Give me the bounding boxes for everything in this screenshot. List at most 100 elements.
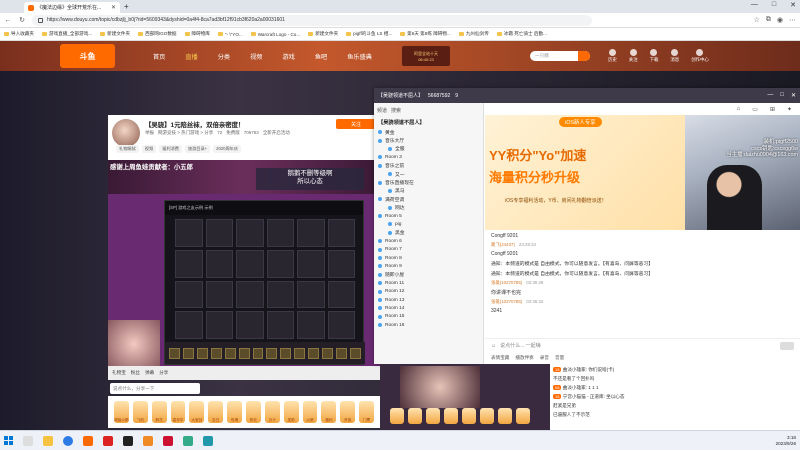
player-toolbar-item[interactable]: 粉丝: [131, 370, 140, 376]
gift-item[interactable]: 告白: [208, 401, 224, 423]
bookmark-item[interactable]: 导入收藏夹: [4, 31, 34, 37]
home-icon[interactable]: ⌂: [737, 106, 741, 112]
tree-room[interactable]: Room 6: [378, 237, 483, 245]
header-icon-button[interactable]: 关注: [629, 49, 638, 63]
yy-app-icon[interactable]: [103, 435, 113, 446]
yy-channel-name[interactable]: 【吴骁领道不屈人】: [374, 117, 483, 128]
secondary-gift-item[interactable]: [444, 408, 458, 424]
gift-icon[interactable]: ✦: [787, 106, 792, 113]
bookmark-item[interactable]: "- \"YO...: [217, 32, 243, 37]
secondary-gift-item[interactable]: [516, 408, 530, 424]
secondary-gift-item[interactable]: [426, 408, 440, 424]
extensions-icon[interactable]: ⧉: [766, 16, 771, 24]
gift-item[interactable]: 火箭: [302, 401, 318, 423]
browser-tab[interactable]: 《魔法边缘》全球开荒乐在... ✕: [24, 2, 120, 13]
bookmark-item[interactable]: 第6天 第8练 障碍物...: [400, 31, 451, 37]
header-icon-button[interactable]: 创作中心: [691, 49, 709, 63]
new-tab-button[interactable]: +: [124, 2, 129, 11]
douyu-logo[interactable]: 斗鱼: [60, 44, 115, 68]
follow-button[interactable]: 关注: [336, 119, 376, 129]
bookmark-item[interactable]: 九州仙剑传: [458, 31, 489, 37]
tree-user[interactable]: 网达: [378, 204, 483, 212]
tree-room[interactable]: Room 5: [378, 212, 483, 220]
tree-room[interactable]: 满荷空调: [378, 195, 483, 203]
gamepad-icon[interactable]: ⊞: [770, 106, 775, 113]
tree-room[interactable]: Room 15: [378, 313, 483, 321]
bookmark-item[interactable]: 游戏直播_全部游戏...: [41, 31, 92, 37]
yy-bottom-tool[interactable]: 播放伴奏: [515, 355, 533, 361]
emoji-icon[interactable]: ☺: [491, 343, 496, 349]
tree-user[interactable]: 黑金: [378, 229, 483, 237]
nav-item[interactable]: 分类: [218, 52, 230, 61]
yy-bottom-tool[interactable]: 表情宝藏: [491, 355, 509, 361]
gift-item[interactable]: 嘉年华: [170, 401, 186, 423]
player-toolbar-item[interactable]: 礼物宝: [112, 370, 126, 376]
yy-close-icon[interactable]: ✕: [791, 92, 796, 99]
tree-room[interactable]: Room 13: [378, 296, 483, 304]
nav-item[interactable]: 视频: [250, 52, 262, 61]
player-toolbar-item[interactable]: 分享: [159, 370, 168, 376]
maximize-icon[interactable]: □: [772, 1, 776, 9]
gift-item[interactable]: 超级火箭: [114, 401, 129, 423]
search-icon[interactable]: [23, 435, 33, 446]
send-button[interactable]: [780, 341, 794, 350]
yy-left-tool[interactable]: 搜索: [391, 107, 401, 114]
tree-room[interactable]: Room 11: [378, 279, 483, 287]
video-player[interactable]: 感谢上周鱼娃贡献者：小五郎 鹅鹅不删等级啊 所以心态 [SP] 游戏之友示例 示…: [108, 160, 380, 380]
tree-room[interactable]: Room 14: [378, 304, 483, 312]
player-toolbar-item[interactable]: 弹幕: [145, 370, 154, 376]
gift-item[interactable]: 奖励: [283, 401, 299, 423]
tree-room[interactable]: 黄金: [378, 128, 483, 136]
qq-icon[interactable]: [203, 435, 213, 446]
tree-room[interactable]: Room 9: [378, 262, 483, 270]
promo-badge[interactable]: 阿里全站十天 08:40:23: [402, 46, 450, 66]
chat-username[interactable]: 张雄(10270785): [491, 280, 522, 285]
tree-room[interactable]: Room 7: [378, 245, 483, 253]
app-icon[interactable]: [143, 435, 153, 446]
url-field[interactable]: https://www.douyu.com/topic/cdbzjlj_b0j?…: [32, 14, 592, 26]
tree-user[interactable]: 又一: [378, 170, 483, 178]
gift-item[interactable]: 粉丝: [246, 401, 261, 423]
gift-item[interactable]: 鲜花: [151, 401, 167, 423]
bookmark-item[interactable]: 西部网IGO数据: [138, 31, 177, 37]
steam-icon[interactable]: [123, 435, 133, 446]
star-icon[interactable]: ☆: [754, 16, 760, 24]
gift-item[interactable]: 门票: [359, 401, 375, 423]
room-tag[interactable]: 2020周年庆: [213, 145, 242, 153]
secondary-gift-item[interactable]: [462, 408, 476, 424]
tree-room[interactable]: Room 3: [378, 153, 483, 161]
room-tag[interactable]: 福利消费: [159, 145, 182, 153]
bookmark-item[interactable]: 新建文件夹: [308, 31, 338, 37]
close-tab-icon[interactable]: ✕: [111, 4, 116, 11]
back-icon[interactable]: ←: [4, 17, 12, 24]
yy-chat-input[interactable]: 说点什么... 一起嗨: [500, 342, 541, 349]
edge-icon[interactable]: [63, 435, 73, 446]
tree-user[interactable]: 黑马: [378, 187, 483, 195]
bookmark-item[interactable]: 障碍物库: [184, 31, 210, 37]
chat-username[interactable]: 路飞(24437): [491, 242, 515, 247]
header-icon-button[interactable]: 消息: [670, 49, 679, 63]
gift-item[interactable]: 飞机: [132, 401, 148, 423]
yy-maximize-icon[interactable]: □: [780, 92, 784, 99]
yy-bottom-tool[interactable]: 音量: [555, 355, 564, 361]
secondary-gift-item[interactable]: [390, 408, 404, 424]
yy-bottom-tool[interactable]: 录音: [540, 355, 549, 361]
tree-room[interactable]: 音乐之前: [378, 162, 483, 170]
header-icon-button[interactable]: 历史: [608, 49, 617, 63]
room-tag[interactable]: 视频: [141, 145, 157, 153]
tree-room[interactable]: 音乐大厅: [378, 136, 483, 144]
more-icon[interactable]: ⋯: [789, 16, 796, 24]
tree-user[interactable]: pig: [378, 220, 483, 228]
room-tag[interactable]: 旅游目录+: [184, 145, 211, 153]
tree-room[interactable]: Room 16: [378, 321, 483, 329]
douyu-app-icon[interactable]: [83, 435, 93, 446]
tree-room[interactable]: 随即小屋: [378, 271, 483, 279]
yy-promo-banner[interactable]: iOS新人专享 YY积分"Yo"加速 海量积分秒升级 iOS专享福利活动，Y币、…: [485, 115, 685, 230]
secondary-gift-item[interactable]: [480, 408, 494, 424]
refresh-icon[interactable]: ↻: [18, 16, 26, 24]
profile-icon[interactable]: ◉: [777, 16, 783, 24]
secondary-gift-item[interactable]: [408, 408, 422, 424]
search-button[interactable]: [578, 51, 590, 61]
nav-item[interactable]: 游戏: [283, 52, 295, 61]
tree-room[interactable]: 音乐直播现在: [378, 178, 483, 186]
